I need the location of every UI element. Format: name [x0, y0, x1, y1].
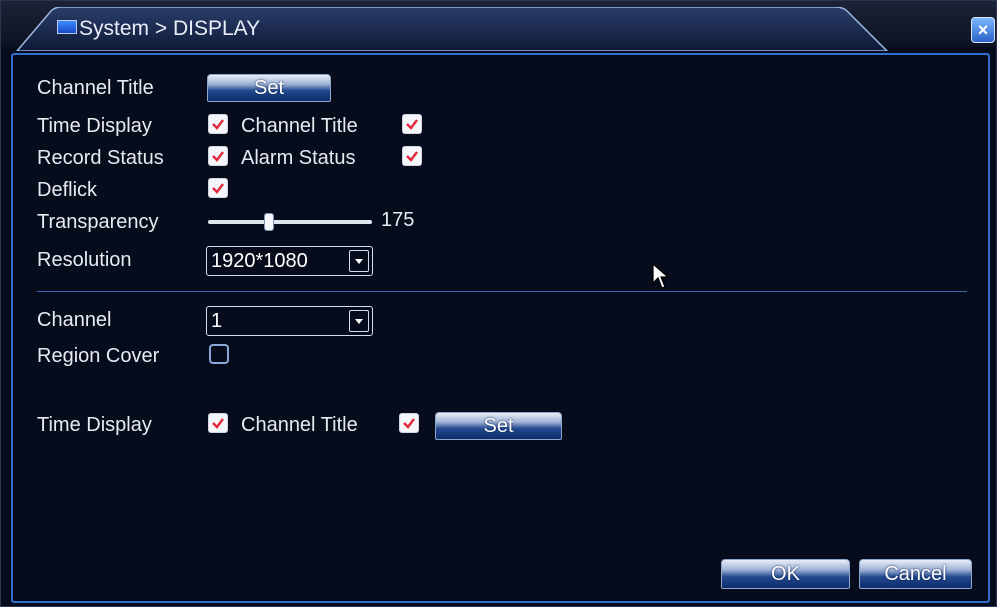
channel-value: 1 — [211, 310, 223, 332]
time-display-label: Time Display — [37, 115, 152, 137]
record-status-checkbox[interactable] — [208, 146, 228, 166]
settings-panel — [11, 53, 990, 603]
deflick-checkbox[interactable] — [208, 178, 228, 198]
window-title: System > DISPLAY — [79, 17, 261, 40]
channel-channel-title-label: Channel Title — [241, 414, 358, 436]
check-icon — [406, 119, 418, 130]
channel-title-checkbox[interactable] — [402, 114, 422, 134]
chevron-down-icon[interactable] — [349, 250, 369, 272]
channel-title-set-button[interactable]: Set — [207, 74, 331, 102]
check-icon — [212, 119, 224, 130]
ok-button[interactable]: OK — [721, 559, 850, 589]
monitor-icon — [57, 20, 77, 34]
time-display-checkbox[interactable] — [208, 114, 228, 134]
channel-channel-title-checkbox[interactable] — [399, 413, 419, 433]
close-button[interactable]: × — [971, 17, 995, 43]
region-cover-label: Region Cover — [37, 345, 160, 367]
channel-title-label: Channel Title — [37, 77, 154, 99]
record-status-label: Record Status — [37, 147, 164, 169]
check-icon — [212, 151, 224, 162]
transparency-slider-thumb[interactable] — [264, 213, 274, 231]
check-icon — [406, 151, 418, 162]
check-icon — [212, 418, 224, 429]
display-settings-dialog: System > DISPLAY × Channel Title Set Tim… — [0, 0, 997, 607]
transparency-label: Transparency — [37, 211, 159, 233]
resolution-label: Resolution — [37, 249, 132, 271]
check-icon — [403, 418, 415, 429]
title-tab: System > DISPLAY — [15, 7, 895, 51]
channel-set-button[interactable]: Set — [435, 412, 562, 440]
channel-title-check-label: Channel Title — [241, 115, 358, 137]
title-bar: System > DISPLAY × — [1, 1, 996, 51]
transparency-slider-track[interactable] — [208, 220, 372, 224]
chevron-down-icon[interactable] — [349, 310, 369, 332]
channel-label: Channel — [37, 309, 112, 331]
channel-select[interactable]: 1 — [206, 306, 373, 336]
deflick-label: Deflick — [37, 179, 98, 201]
alarm-status-label: Alarm Status — [241, 147, 356, 169]
channel-time-display-checkbox[interactable] — [208, 413, 228, 433]
section-divider — [37, 291, 967, 292]
mouse-pointer-icon — [652, 263, 670, 289]
transparency-value: 175 — [381, 209, 415, 231]
alarm-status-checkbox[interactable] — [402, 146, 422, 166]
region-cover-checkbox[interactable] — [209, 344, 229, 364]
check-icon — [212, 183, 224, 194]
cancel-button[interactable]: Cancel — [859, 559, 972, 589]
channel-time-display-label: Time Display — [37, 414, 152, 436]
resolution-select[interactable]: 1920*1080 — [206, 246, 373, 276]
resolution-value: 1920*1080 — [211, 250, 308, 272]
